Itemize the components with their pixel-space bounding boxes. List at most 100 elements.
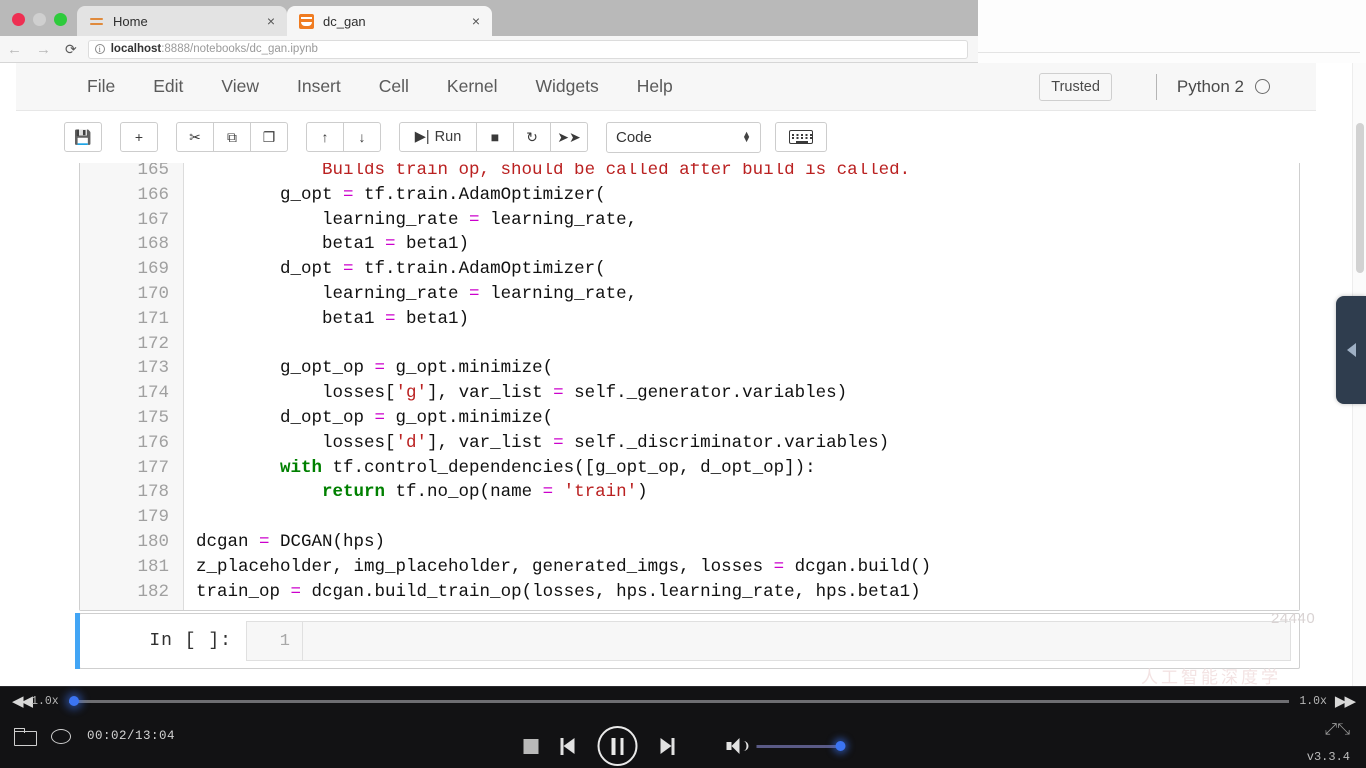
code-line-number: 168 xyxy=(137,234,169,255)
restart-and-run-all-button[interactable]: ➤➤ xyxy=(550,122,588,152)
run-icon: ▶| xyxy=(414,129,430,145)
save-button[interactable]: 💾 xyxy=(64,122,102,152)
code-token: g_opt.minimize( xyxy=(385,407,554,428)
code-line-number: 167 xyxy=(137,209,169,230)
collapse-left-arrow-icon[interactable] xyxy=(1336,296,1366,404)
code-cell-editor[interactable]: 165 166 167 168 169 170 171 172 173 174 175 176 177 1… xyxy=(80,163,1299,611)
playback-speed-right-label[interactable]: 1.0x xyxy=(1299,695,1327,708)
code-token: ], var_list xyxy=(427,383,554,404)
interrupt-kernel-button[interactable]: ■ xyxy=(476,122,514,152)
next-icon[interactable] xyxy=(660,737,675,755)
run-button[interactable]: ▶| Run xyxy=(399,122,477,152)
seek-slider-handle[interactable] xyxy=(68,696,79,706)
code-token: = xyxy=(553,432,564,453)
code-line: learning_rate = learning_rate, xyxy=(196,208,1299,233)
code-token: g_opt xyxy=(196,184,344,205)
code-token: DCGAN(hps) xyxy=(269,531,386,552)
playback-speed-left-label[interactable]: 1.0x xyxy=(31,695,59,708)
divider xyxy=(978,52,1360,53)
menu-help[interactable]: Help xyxy=(618,76,692,97)
scrollbar-thumb[interactable] xyxy=(1356,123,1364,273)
code-line-number: 165 xyxy=(137,163,169,180)
menu-view[interactable]: View xyxy=(202,76,278,97)
browser-window: Home × dc_gan × ← → ⟳ i localhost :8888/… xyxy=(0,0,1366,686)
volume-icon[interactable] xyxy=(726,738,749,754)
pause-icon[interactable] xyxy=(597,726,638,766)
reload-icon[interactable]: ⟳ xyxy=(58,42,84,56)
code-token: = xyxy=(290,581,302,602)
volume-slider-handle[interactable] xyxy=(835,741,846,751)
menu-file[interactable]: File xyxy=(68,76,134,97)
code-line-number: 172 xyxy=(137,333,169,354)
cut-button[interactable]: ✂ xyxy=(176,122,214,152)
toolbar-group-insert: + xyxy=(120,122,158,152)
code-token: = xyxy=(259,531,270,552)
close-icon[interactable]: × xyxy=(468,14,484,28)
page-top-filler xyxy=(978,0,1366,63)
code-content[interactable]: Builds train op, should be called after … xyxy=(184,163,1299,611)
address-host: localhost xyxy=(110,43,162,55)
address-input[interactable]: i localhost :8888/notebooks/dc_gan.ipynb xyxy=(87,39,968,59)
input-cell-textarea[interactable] xyxy=(303,622,1290,660)
browser-tab-home[interactable]: Home × xyxy=(77,6,287,36)
paste-button[interactable]: ❐ xyxy=(250,122,288,152)
code-token: = xyxy=(385,234,396,255)
stop-icon[interactable] xyxy=(523,738,539,754)
close-icon[interactable]: × xyxy=(263,14,279,28)
code-line: learning_rate = learning_rate, xyxy=(196,282,1299,307)
volume-slider[interactable] xyxy=(756,741,846,751)
cell-type-select[interactable]: Code ▲ ▼ xyxy=(606,121,761,153)
toolbar-group-keyboard xyxy=(775,122,827,152)
player-left-controls: 00:02/13:04 xyxy=(14,728,175,746)
code-line: losses['g'], var_list = self._generator.… xyxy=(196,381,1299,406)
folder-icon[interactable] xyxy=(14,728,37,746)
previous-icon[interactable] xyxy=(560,737,576,755)
forward-icon[interactable]: → xyxy=(29,42,58,57)
rewind-icon[interactable]: ◀◀ xyxy=(12,692,33,710)
code-line: beta1 = beta1) xyxy=(196,232,1299,257)
command-palette-button[interactable] xyxy=(775,122,827,152)
input-cell[interactable]: In [ ]: 1 xyxy=(75,613,1300,669)
cell-type-value: Code xyxy=(616,128,652,146)
exit-fullscreen-icon[interactable]: ⤢⤡ xyxy=(1324,721,1350,738)
restart-kernel-button[interactable]: ↻ xyxy=(513,122,551,152)
zoom-window-button[interactable] xyxy=(54,13,67,26)
version-label: v3.3.4 xyxy=(1306,750,1350,764)
menu-widgets[interactable]: Widgets xyxy=(517,76,618,97)
code-token: self._generator.variables) xyxy=(563,383,848,404)
code-line-number: 173 xyxy=(137,358,169,379)
loop-icon[interactable] xyxy=(51,728,71,744)
menu-edit[interactable]: Edit xyxy=(134,76,202,97)
address-path: :8888/notebooks/dc_gan.ipynb xyxy=(161,43,318,55)
seek-slider[interactable] xyxy=(68,696,1290,706)
site-info-icon[interactable]: i xyxy=(94,44,105,54)
move-cell-up-button[interactable]: ↑ xyxy=(306,122,344,152)
code-line: d_opt_op = g_opt.minimize( xyxy=(196,406,1299,431)
code-line-number: 170 xyxy=(137,283,169,304)
code-token: beta1 xyxy=(196,308,386,329)
trusted-badge[interactable]: Trusted xyxy=(1039,72,1112,101)
menu-insert[interactable]: Insert xyxy=(278,76,360,97)
close-window-button[interactable] xyxy=(12,13,25,26)
code-token: learning_rate xyxy=(196,209,470,230)
menu-kernel[interactable]: Kernel xyxy=(428,76,517,97)
browser-tab-dc-gan[interactable]: dc_gan × xyxy=(287,6,492,36)
copy-button[interactable]: ⧉ xyxy=(213,122,251,152)
back-icon[interactable]: ← xyxy=(0,42,29,57)
toolbar-group-save: 💾 xyxy=(64,122,102,152)
notebook-body[interactable]: 165 166 167 168 169 170 171 172 173 174 175 176 177 1… xyxy=(16,163,1316,686)
menu-cell[interactable]: Cell xyxy=(360,76,428,97)
insert-cell-below-button[interactable]: + xyxy=(120,122,158,152)
code-token: learning_rate, xyxy=(479,209,638,230)
move-cell-down-button[interactable]: ↓ xyxy=(343,122,381,152)
minimize-window-button[interactable] xyxy=(33,13,46,26)
code-cell[interactable]: 165 166 167 168 169 170 171 172 173 174 175 176 177 1… xyxy=(79,163,1300,612)
browser-tab-dc-gan-label: dc_gan xyxy=(323,13,366,29)
player-center-controls xyxy=(523,726,846,766)
fast-forward-icon[interactable]: ▶▶ xyxy=(1335,692,1356,710)
input-cell-editor[interactable]: 1 xyxy=(246,621,1291,661)
